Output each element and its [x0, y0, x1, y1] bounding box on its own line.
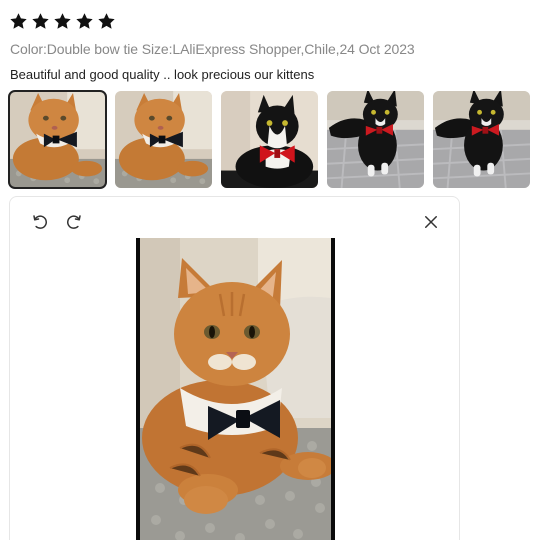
- photo-viewer: [9, 196, 460, 540]
- color-label: Color:: [10, 41, 47, 57]
- star-icon: [53, 12, 72, 31]
- close-viewer-button[interactable]: [420, 211, 442, 233]
- close-icon: [425, 216, 437, 228]
- star-icon: [31, 12, 50, 31]
- size-value: LAliExpress Shopper,Chile,24 Oct 2023: [172, 41, 415, 57]
- black-cat-red-bowtie-photo: [327, 91, 424, 188]
- review-photo-thumbnails: [8, 90, 530, 189]
- review-meta: Color:Double bow tie Size:LAliExpress Sh…: [10, 41, 415, 57]
- rotate-right-icon: [67, 215, 81, 229]
- photo-thumbnail-3[interactable]: [221, 91, 318, 188]
- photo-thumbnail-5[interactable]: [433, 91, 530, 188]
- review-text: Beautiful and good quality .. look preci…: [10, 67, 315, 82]
- rotate-left-button[interactable]: [29, 211, 51, 233]
- photo-thumbnail-1[interactable]: [8, 90, 107, 189]
- photo-thumbnail-4[interactable]: [327, 91, 424, 188]
- rotate-right-button[interactable]: [63, 211, 85, 233]
- tuxedo-cat-red-bowtie-photo: [221, 91, 318, 188]
- color-value: Double bow tie: [46, 41, 138, 57]
- star-icon: [97, 12, 116, 31]
- rotate-left-icon: [33, 215, 47, 229]
- enlarged-review-photo: [136, 238, 335, 540]
- star-rating: [9, 12, 116, 32]
- orange-cat-black-bowtie-photo: [115, 91, 212, 188]
- size-label: Size:: [141, 41, 173, 57]
- orange-cat-black-bowtie-photo: [140, 238, 331, 540]
- orange-cat-black-bowtie-photo: [9, 91, 106, 188]
- black-cat-red-bowtie-photo: [433, 91, 530, 188]
- star-icon: [75, 12, 94, 31]
- photo-thumbnail-2[interactable]: [115, 91, 212, 188]
- star-icon: [9, 12, 28, 31]
